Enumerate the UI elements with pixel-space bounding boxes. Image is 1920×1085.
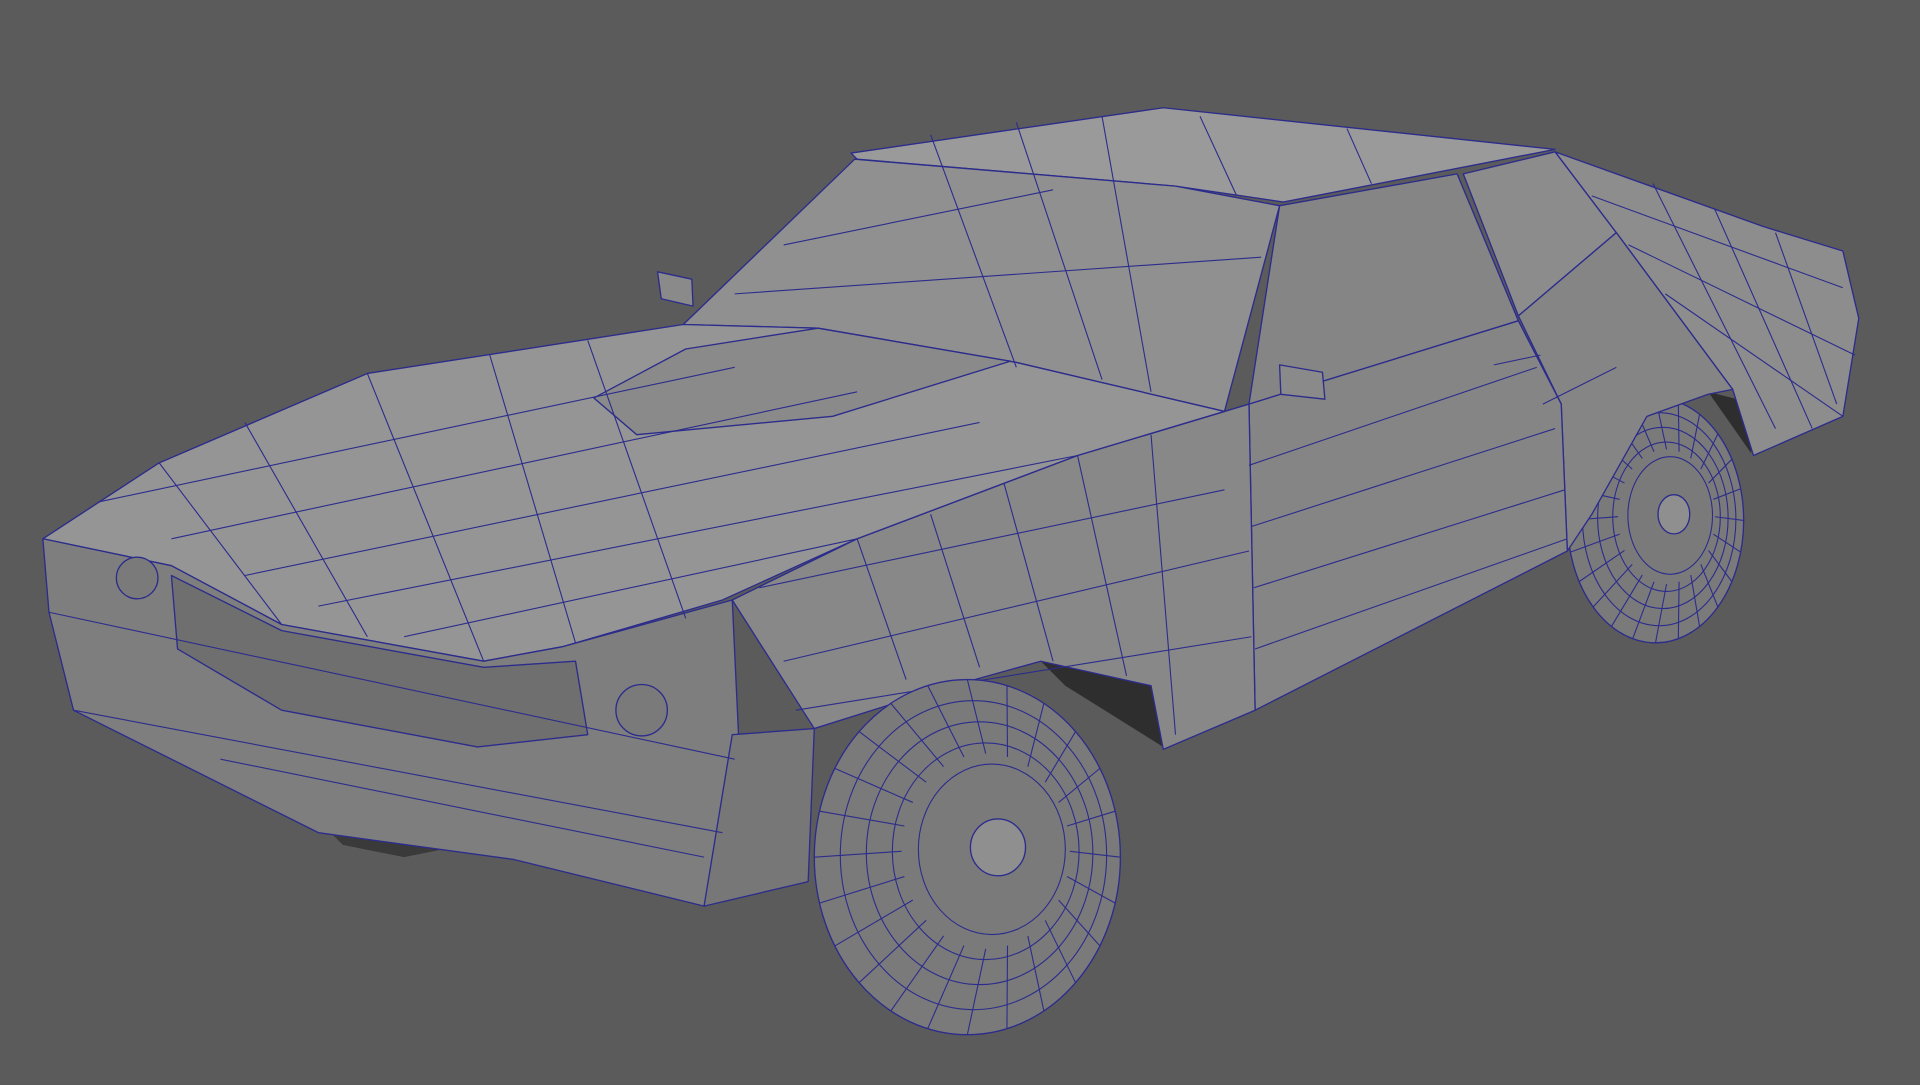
mirror-left — [656, 271, 694, 307]
tire-edge — [1006, 945, 1009, 1029]
3d-viewport[interactable] — [0, 0, 1920, 1080]
headlight-right — [615, 683, 669, 737]
headlight-left — [115, 556, 159, 600]
tire-edge — [1006, 685, 1009, 757]
car-model — [42, 107, 1860, 1036]
hub-cap — [969, 818, 1027, 877]
hub-cap — [1657, 494, 1691, 535]
tire-edge — [1677, 402, 1680, 452]
tire-edge — [1677, 581, 1680, 639]
front-wheel — [813, 678, 1122, 1036]
